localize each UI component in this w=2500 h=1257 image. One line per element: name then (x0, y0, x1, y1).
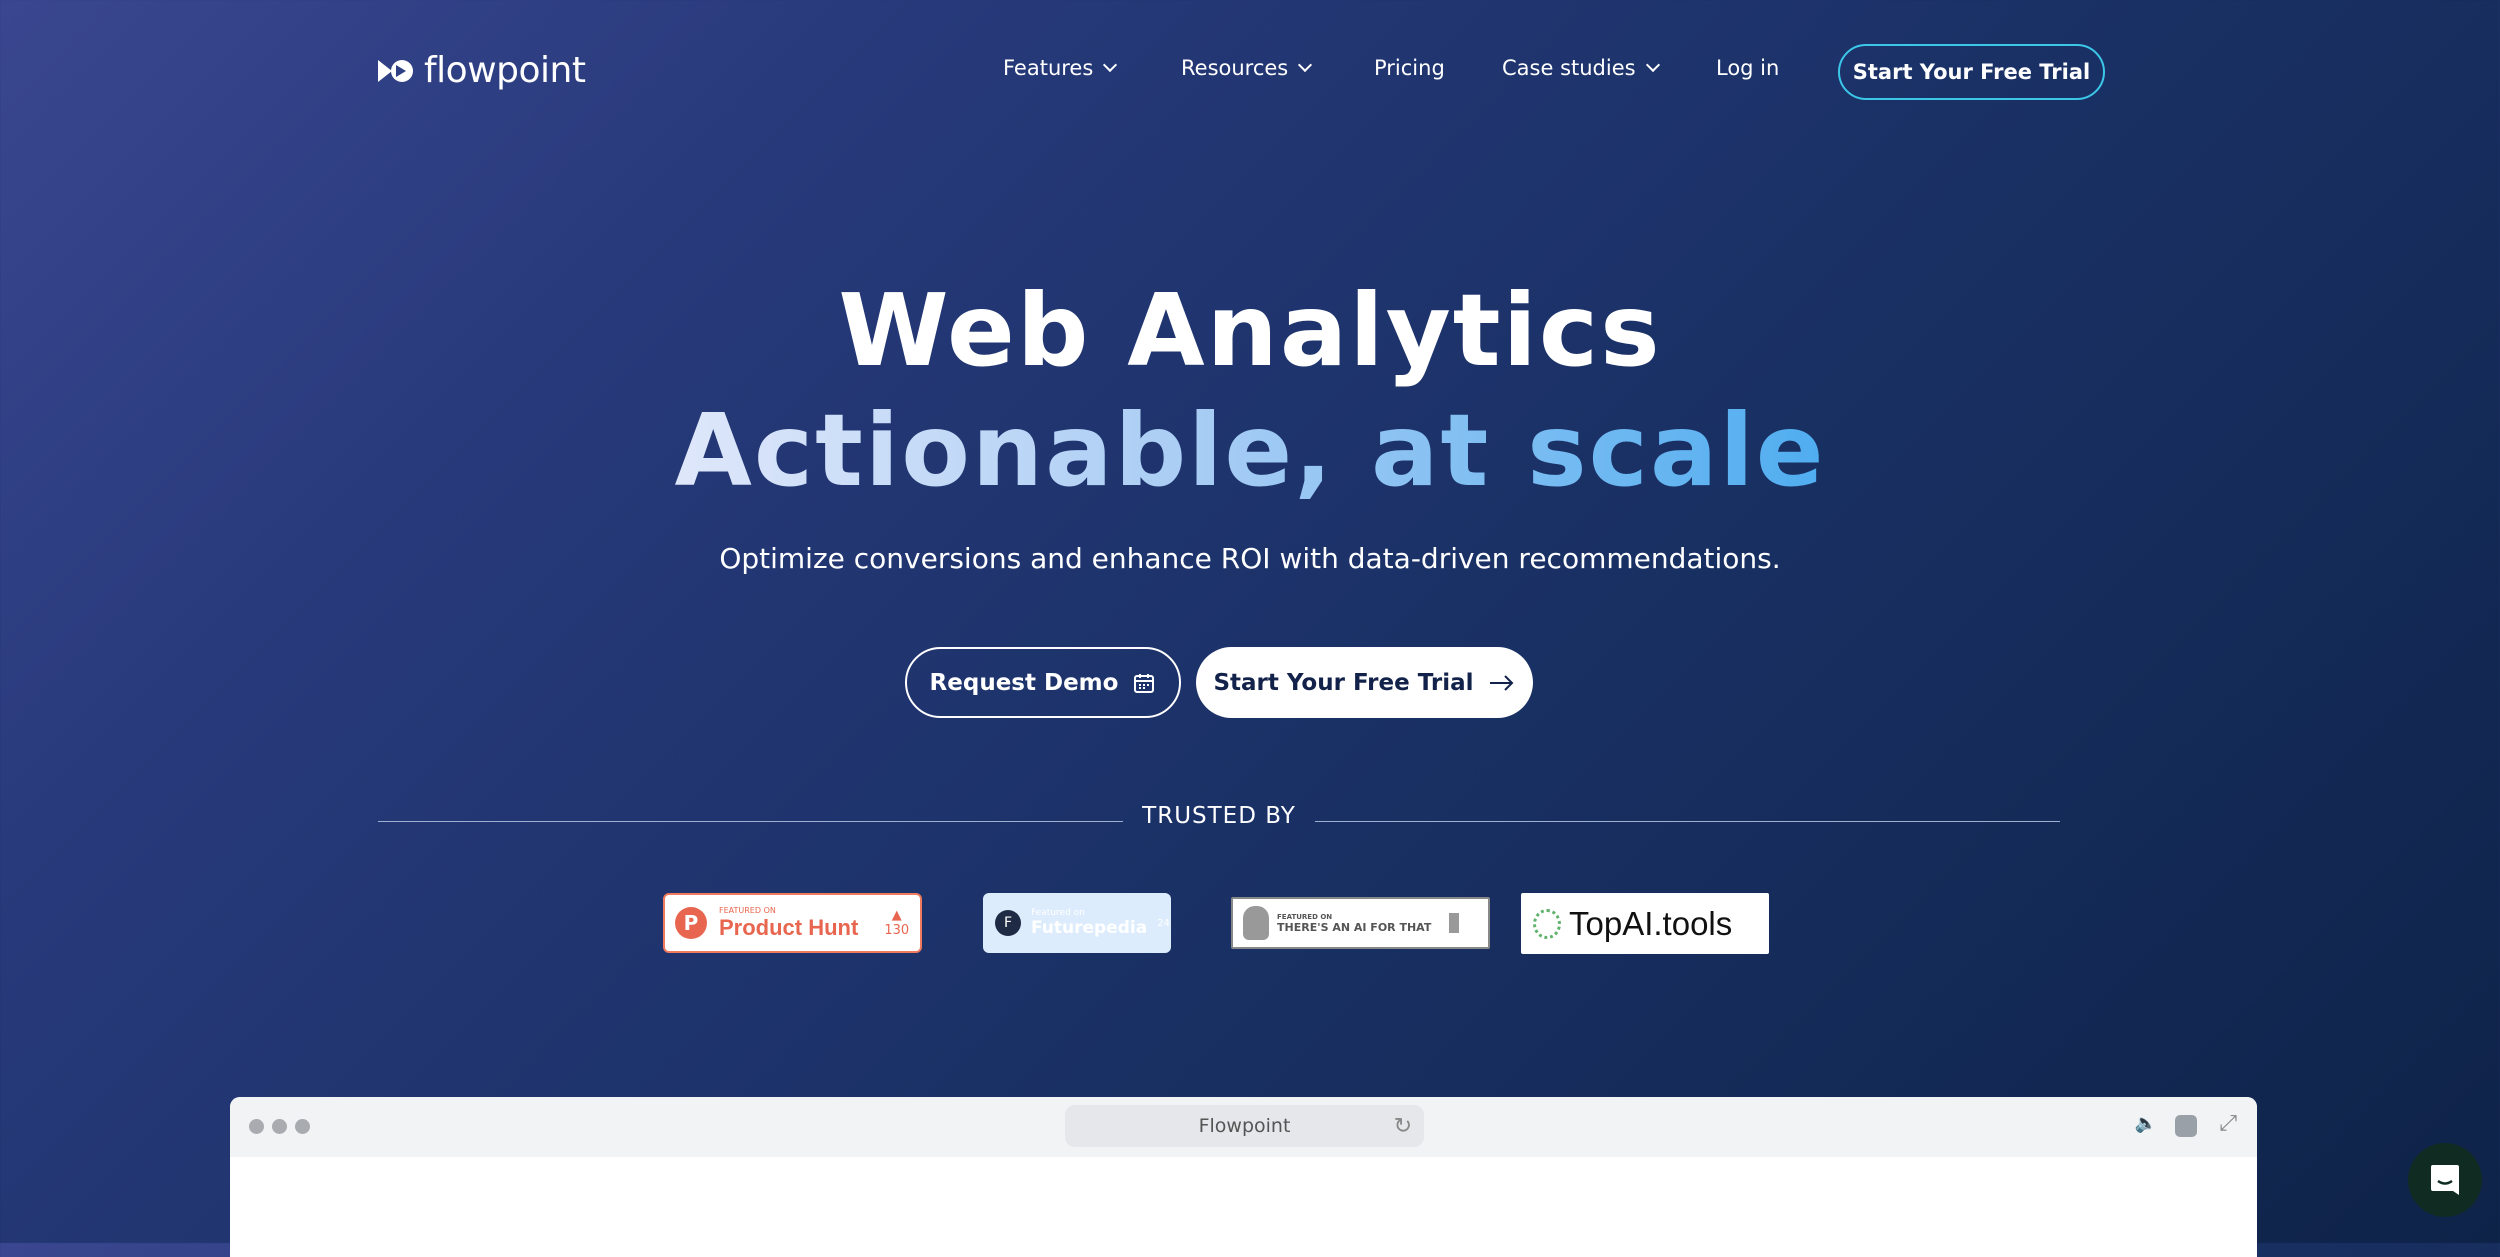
divider-right (1315, 821, 2060, 822)
chat-button[interactable] (2408, 1143, 2482, 1217)
hero-subtitle: Optimize conversions and enhance ROI wit… (719, 542, 1781, 575)
nav-pricing[interactable]: Pricing (1374, 56, 1445, 80)
bookmark-icon (1449, 913, 1460, 933)
badge-count: 130 (884, 923, 910, 938)
badge-count: 24 (1157, 917, 1170, 929)
nav-login[interactable]: Log in (1716, 56, 1779, 80)
nav-label: Case studies (1502, 56, 1636, 80)
url-bar: Flowpoint ↻ (1065, 1105, 1424, 1147)
fullscreen-icon[interactable]: ⤢ (2219, 1111, 2237, 1136)
start-trial-button[interactable]: Start Your Free Trial (1196, 647, 1533, 718)
hero-title-line2: Actionable, at scale (0, 392, 2500, 509)
volume-icon[interactable]: 🔈 (2135, 1113, 2157, 1134)
arrow-right-icon (1489, 674, 1513, 691)
button-label: Request Demo (929, 669, 1119, 696)
button-label: Start Your Free Trial (1213, 669, 1474, 696)
logo[interactable]: flowpoint (378, 50, 586, 91)
taaft-badge[interactable]: FEATURED ON THERE'S AN AI FOR THAT (1231, 897, 1490, 949)
badge-name: Futurepedia (1031, 918, 1148, 938)
nav-resources[interactable]: Resources (1181, 56, 1313, 80)
upvote-icon: ▲ (891, 908, 902, 923)
window-dot-icon (249, 1119, 264, 1134)
window-dot-icon (295, 1119, 310, 1134)
browser-header: Flowpoint ↻ 🔈 ⤢ (230, 1097, 2257, 1157)
product-hunt-badge[interactable]: P FEATURED ON Product Hunt ▲ 130 (663, 893, 922, 953)
browser-preview: Flowpoint ↻ 🔈 ⤢ (230, 1097, 2257, 1257)
nav-label: Features (1003, 56, 1094, 80)
nav-features[interactable]: Features (1003, 56, 1118, 80)
browser-title: Flowpoint (1198, 1115, 1291, 1137)
hero-title-line1: Web Analytics (838, 272, 1662, 389)
hero-title-gradient: Actionable, at scale (674, 392, 1826, 509)
topai-badge[interactable]: TopAI.tools (1521, 893, 1769, 954)
product-hunt-icon: P (675, 907, 707, 939)
request-demo-button[interactable]: Request Demo (905, 647, 1181, 718)
chevron-down-icon (1645, 57, 1660, 73)
chat-icon (2431, 1165, 2459, 1195)
badge-name: THERE'S AN AI FOR THAT (1277, 920, 1432, 934)
reload-icon[interactable]: ↻ (1394, 1114, 1412, 1139)
badge-small: FEATURED ON (1277, 912, 1333, 921)
nav-case-studies[interactable]: Case studies (1502, 56, 1660, 80)
chevron-down-icon (1298, 57, 1313, 73)
futurepedia-badge[interactable]: F Featured on Futurepedia 24 (983, 893, 1171, 953)
flowpoint-logo-icon (378, 59, 413, 82)
logo-text: flowpoint (424, 50, 586, 91)
badge-small: FEATURED ON (719, 905, 776, 915)
header-trial-button[interactable]: Start Your Free Trial (1838, 44, 2105, 100)
badge-name: Product Hunt (719, 914, 859, 940)
divider-left (378, 821, 1123, 822)
calendar-icon (1134, 673, 1155, 693)
nav-label: Pricing (1374, 56, 1445, 80)
captions-icon[interactable] (2175, 1115, 2197, 1137)
nav-label: Resources (1181, 56, 1289, 80)
chevron-down-icon (1103, 57, 1118, 73)
topai-icon (1533, 908, 1561, 939)
window-dot-icon (272, 1119, 287, 1134)
futurepedia-icon: F (995, 910, 1021, 936)
trusted-by-label: TRUSTED BY (1142, 803, 1296, 829)
arm-icon (1243, 906, 1269, 940)
badge-small: Featured on (1031, 908, 1085, 918)
badge-name: TopAI.tools (1569, 904, 1733, 942)
nav-label: Log in (1716, 56, 1780, 80)
